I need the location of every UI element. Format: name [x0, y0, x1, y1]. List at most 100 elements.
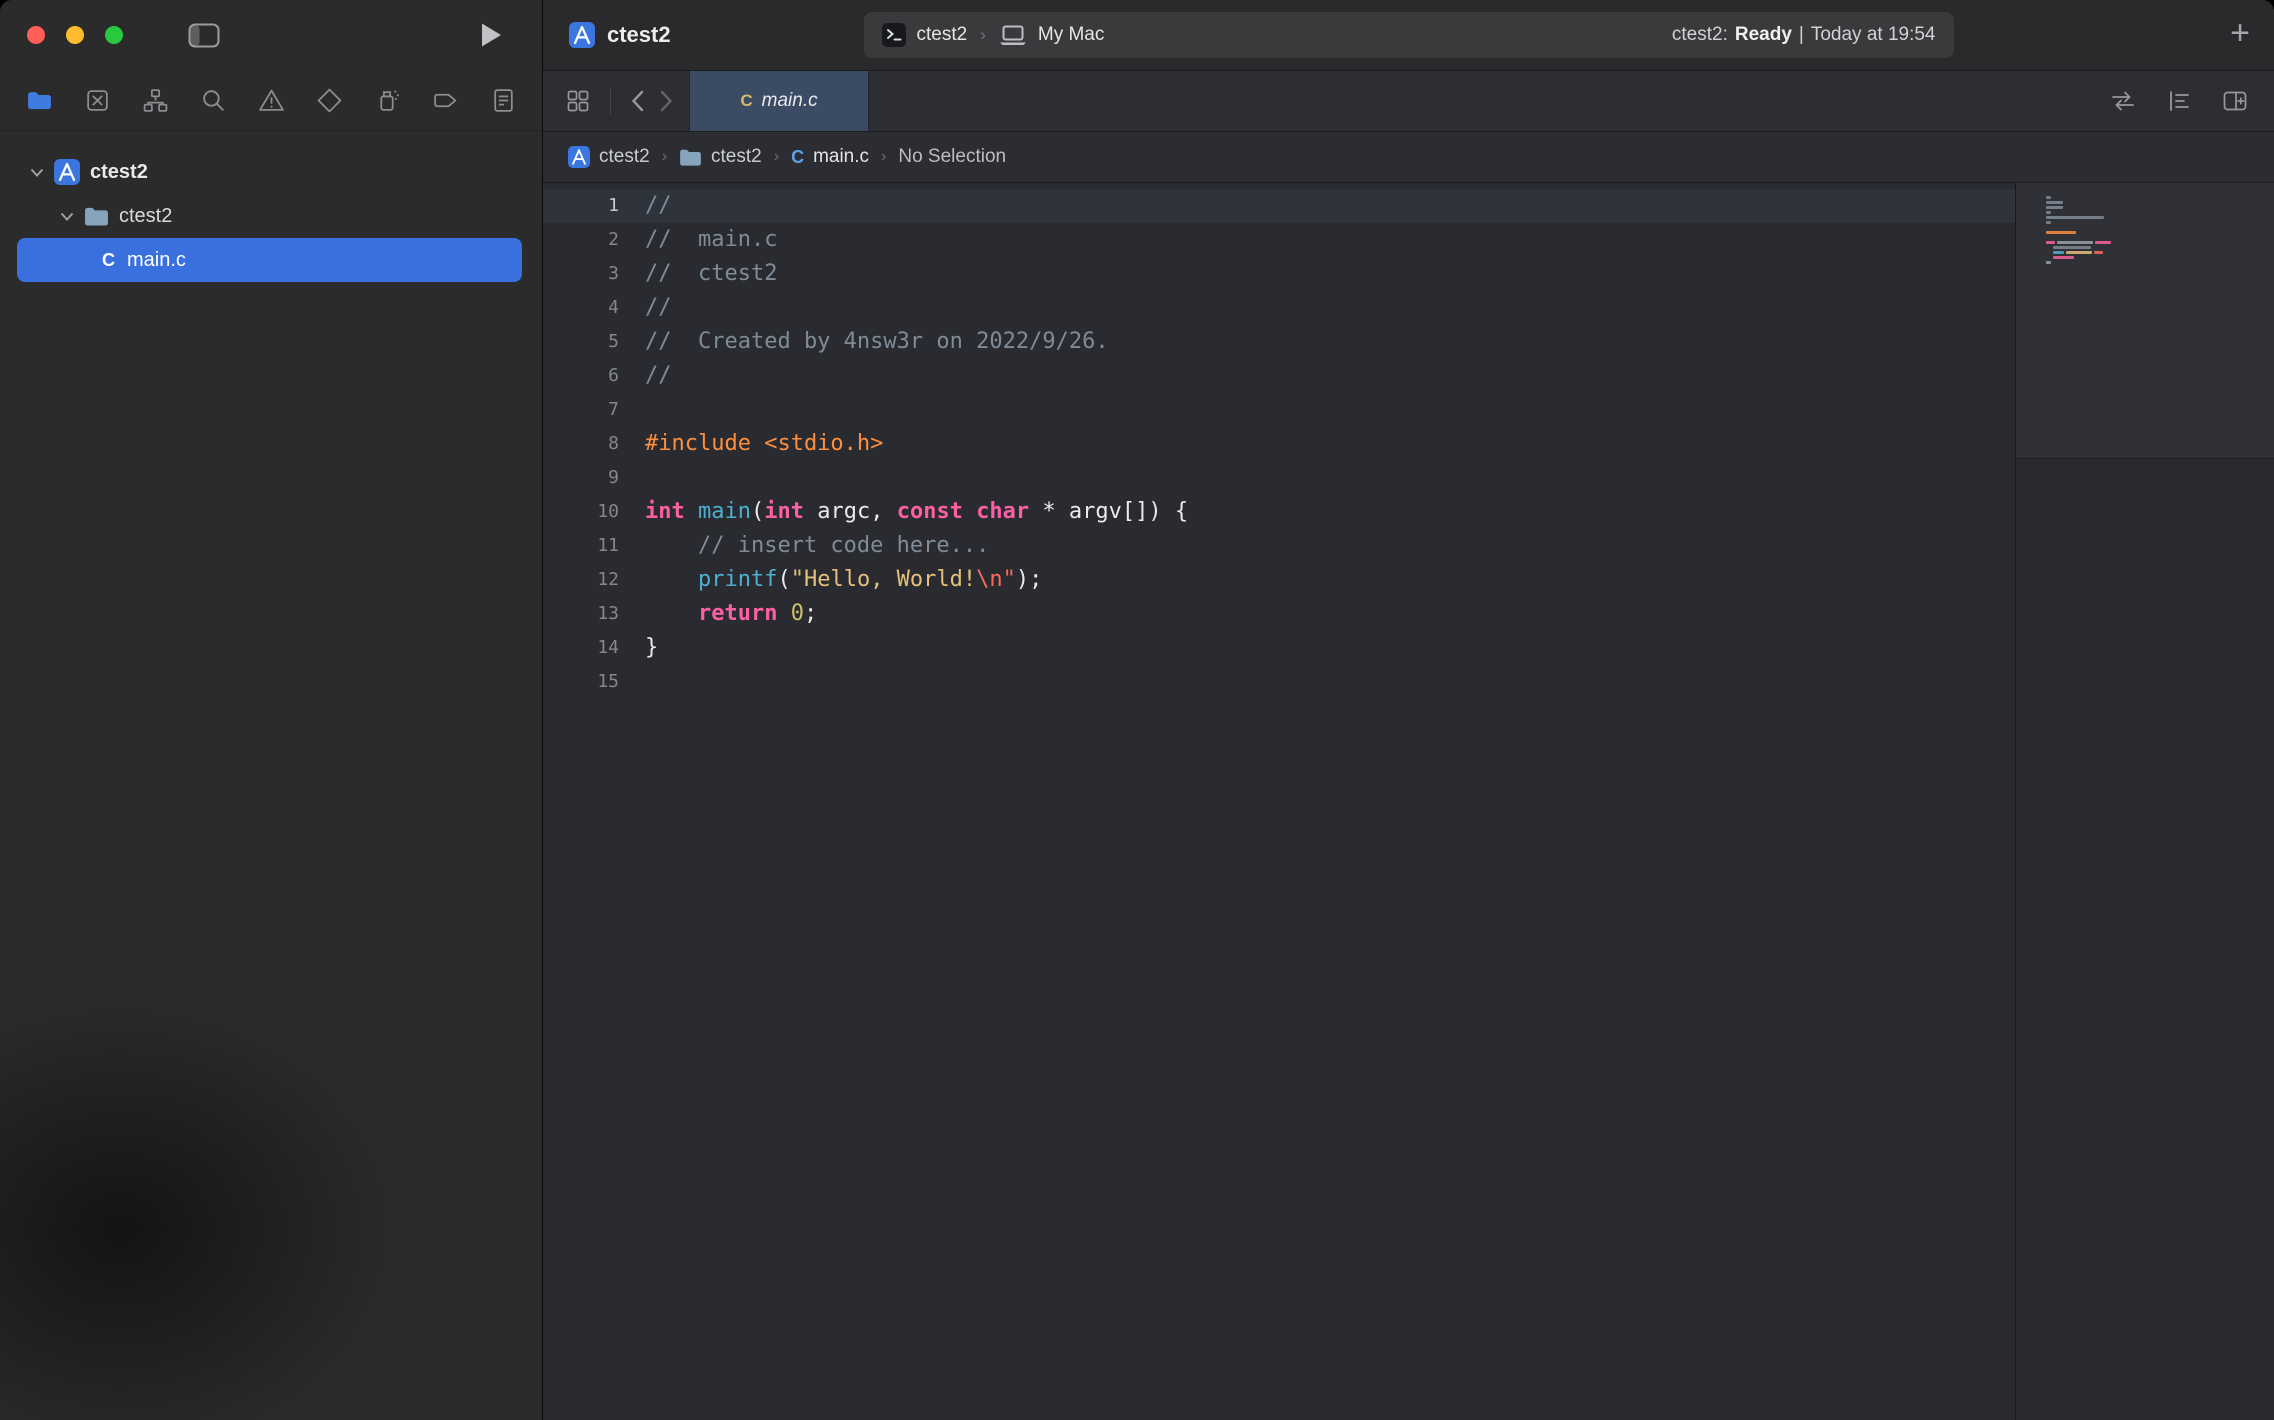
window-project-title: ctest2 — [607, 22, 671, 48]
code-line[interactable]: 13 return 0; — [543, 597, 2015, 631]
code-line[interactable]: 7 — [543, 393, 2015, 427]
project-navigator-icon[interactable] — [24, 85, 54, 115]
code-line[interactable]: 11 // insert code here... — [543, 529, 2015, 563]
line-number: 10 — [543, 495, 619, 529]
tab-label: main.c — [762, 90, 818, 112]
jumpbar-item-selection[interactable]: No Selection — [898, 146, 1006, 168]
go-back-button[interactable] — [631, 90, 644, 112]
jumpbar-item-group[interactable]: ctest2 — [711, 146, 762, 168]
line-number: 14 — [543, 631, 619, 665]
tree-item-label: ctest2 — [119, 205, 172, 228]
terminal-target-icon — [882, 23, 906, 47]
report-navigator-icon[interactable] — [488, 85, 518, 115]
code-line[interactable]: 3// ctest2 — [543, 257, 2015, 291]
source-control-navigator-icon[interactable] — [82, 85, 112, 115]
line-number: 2 — [543, 223, 619, 257]
line-number: 5 — [543, 325, 619, 359]
xcode-window: ctest2 ctest2 C main.c — [0, 0, 2274, 1420]
toggle-sidebar-button[interactable] — [188, 23, 220, 48]
issue-navigator-icon[interactable] — [256, 85, 286, 115]
navigator-sidebar: ctest2 ctest2 C main.c — [0, 0, 543, 1420]
line-number: 8 — [543, 427, 619, 461]
tree-item-group[interactable]: ctest2 — [17, 194, 522, 238]
status-project: ctest2: — [1672, 24, 1728, 45]
code-line[interactable]: 12 printf("Hello, World!\n"); — [543, 563, 2015, 597]
window-toolbar: ctest2 ctest2 › My Mac ctest2: Ready | Toda… — [543, 0, 2274, 71]
line-number: 1 — [543, 189, 619, 223]
line-number: 4 — [543, 291, 619, 325]
tab-main-c[interactable]: C main.c — [689, 71, 869, 131]
code-line[interactable]: 4// — [543, 291, 2015, 325]
close-window-button[interactable] — [27, 26, 45, 44]
xcode-project-icon — [568, 146, 590, 168]
code-line[interactable]: 8#include <stdio.h> — [543, 427, 2015, 461]
tree-item-file[interactable]: C main.c — [17, 238, 522, 282]
tree-item-label: main.c — [127, 249, 186, 272]
chevron-right-icon: › — [878, 148, 889, 166]
tree-item-project-root[interactable]: ctest2 — [17, 150, 522, 194]
project-tree: ctest2 ctest2 C main.c — [0, 131, 542, 282]
activity-status: ctest2: Ready | Today at 19:54 — [1672, 24, 1936, 46]
add-editor-icon[interactable] — [2222, 88, 2248, 114]
editor-options — [2110, 71, 2274, 131]
line-number: 7 — [543, 393, 619, 427]
adjust-editor-options-icon[interactable] — [2166, 88, 2192, 114]
status-separator: | — [1799, 24, 1804, 45]
test-navigator-icon[interactable] — [314, 85, 344, 115]
tab-bar-controls — [543, 71, 673, 131]
go-forward-button[interactable] — [660, 90, 673, 112]
line-number: 6 — [543, 359, 619, 393]
zoom-window-button[interactable] — [105, 26, 123, 44]
breakpoint-navigator-icon[interactable] — [430, 85, 460, 115]
status-state: Ready — [1735, 24, 1792, 45]
folder-icon — [679, 148, 702, 167]
run-button[interactable] — [480, 22, 502, 48]
code-review-icon[interactable] — [2110, 88, 2136, 114]
tree-item-label: ctest2 — [90, 161, 148, 184]
activity-viewer: ctest2 › My Mac ctest2: Ready | Today at 19… — [864, 12, 1954, 58]
disclosure-chevron-icon[interactable] — [26, 168, 48, 177]
status-time: Today at 19:54 — [1811, 24, 1936, 45]
minimap-viewport — [2016, 183, 2274, 459]
code-line[interactable]: 1// — [543, 189, 2015, 223]
main-area: ctest2 ctest2 › My Mac ctest2: Ready | Toda… — [543, 0, 2274, 1420]
scheme-selector[interactable]: ctest2 › My Mac — [882, 23, 1105, 47]
minimap[interactable] — [2015, 183, 2274, 1420]
find-navigator-icon[interactable] — [198, 85, 228, 115]
debug-navigator-icon[interactable] — [372, 85, 402, 115]
xcode-project-icon — [569, 22, 595, 48]
disclosure-chevron-icon[interactable] — [56, 212, 78, 221]
folder-icon — [84, 206, 109, 227]
jumpbar-item-file[interactable]: main.c — [813, 146, 869, 168]
line-number: 3 — [543, 257, 619, 291]
line-number: 15 — [543, 665, 619, 699]
jumpbar-item-project[interactable]: ctest2 — [599, 146, 650, 168]
line-number: 12 — [543, 563, 619, 597]
chevron-right-icon: › — [771, 148, 782, 166]
project-badge: ctest2 — [569, 22, 671, 48]
divider — [610, 88, 611, 114]
chevron-right-icon: › — [978, 25, 988, 45]
sidebar-toolbar — [0, 0, 542, 70]
code-line[interactable]: 14} — [543, 631, 2015, 665]
c-file-icon: C — [102, 250, 115, 271]
library-add-button[interactable]: + — [2230, 14, 2250, 52]
code-line[interactable]: 5// Created by 4nsw3r on 2022/9/26. — [543, 325, 2015, 359]
code-line[interactable]: 6// — [543, 359, 2015, 393]
jump-bar: ctest2 › ctest2 › C main.c › No Selectio… — [543, 132, 2274, 183]
symbol-navigator-icon[interactable] — [140, 85, 170, 115]
run-destination: My Mac — [1038, 24, 1105, 46]
xcode-project-icon — [54, 159, 80, 185]
chevron-right-icon: › — [659, 148, 670, 166]
scheme-name: ctest2 — [917, 24, 968, 46]
code-line[interactable]: 15 — [543, 665, 2015, 699]
code-line[interactable]: 2// main.c — [543, 223, 2015, 257]
code-editor[interactable]: 1//2// main.c3// ctest24//5// Created by… — [543, 183, 2015, 1420]
line-number: 11 — [543, 529, 619, 563]
code-line[interactable]: 9 — [543, 461, 2015, 495]
sidebar-shadow — [0, 990, 410, 1420]
minimize-window-button[interactable] — [66, 26, 84, 44]
related-items-grid-icon[interactable] — [566, 89, 590, 113]
code-line[interactable]: 10int main(int argc, const char * argv[]… — [543, 495, 2015, 529]
laptop-icon — [999, 25, 1027, 46]
